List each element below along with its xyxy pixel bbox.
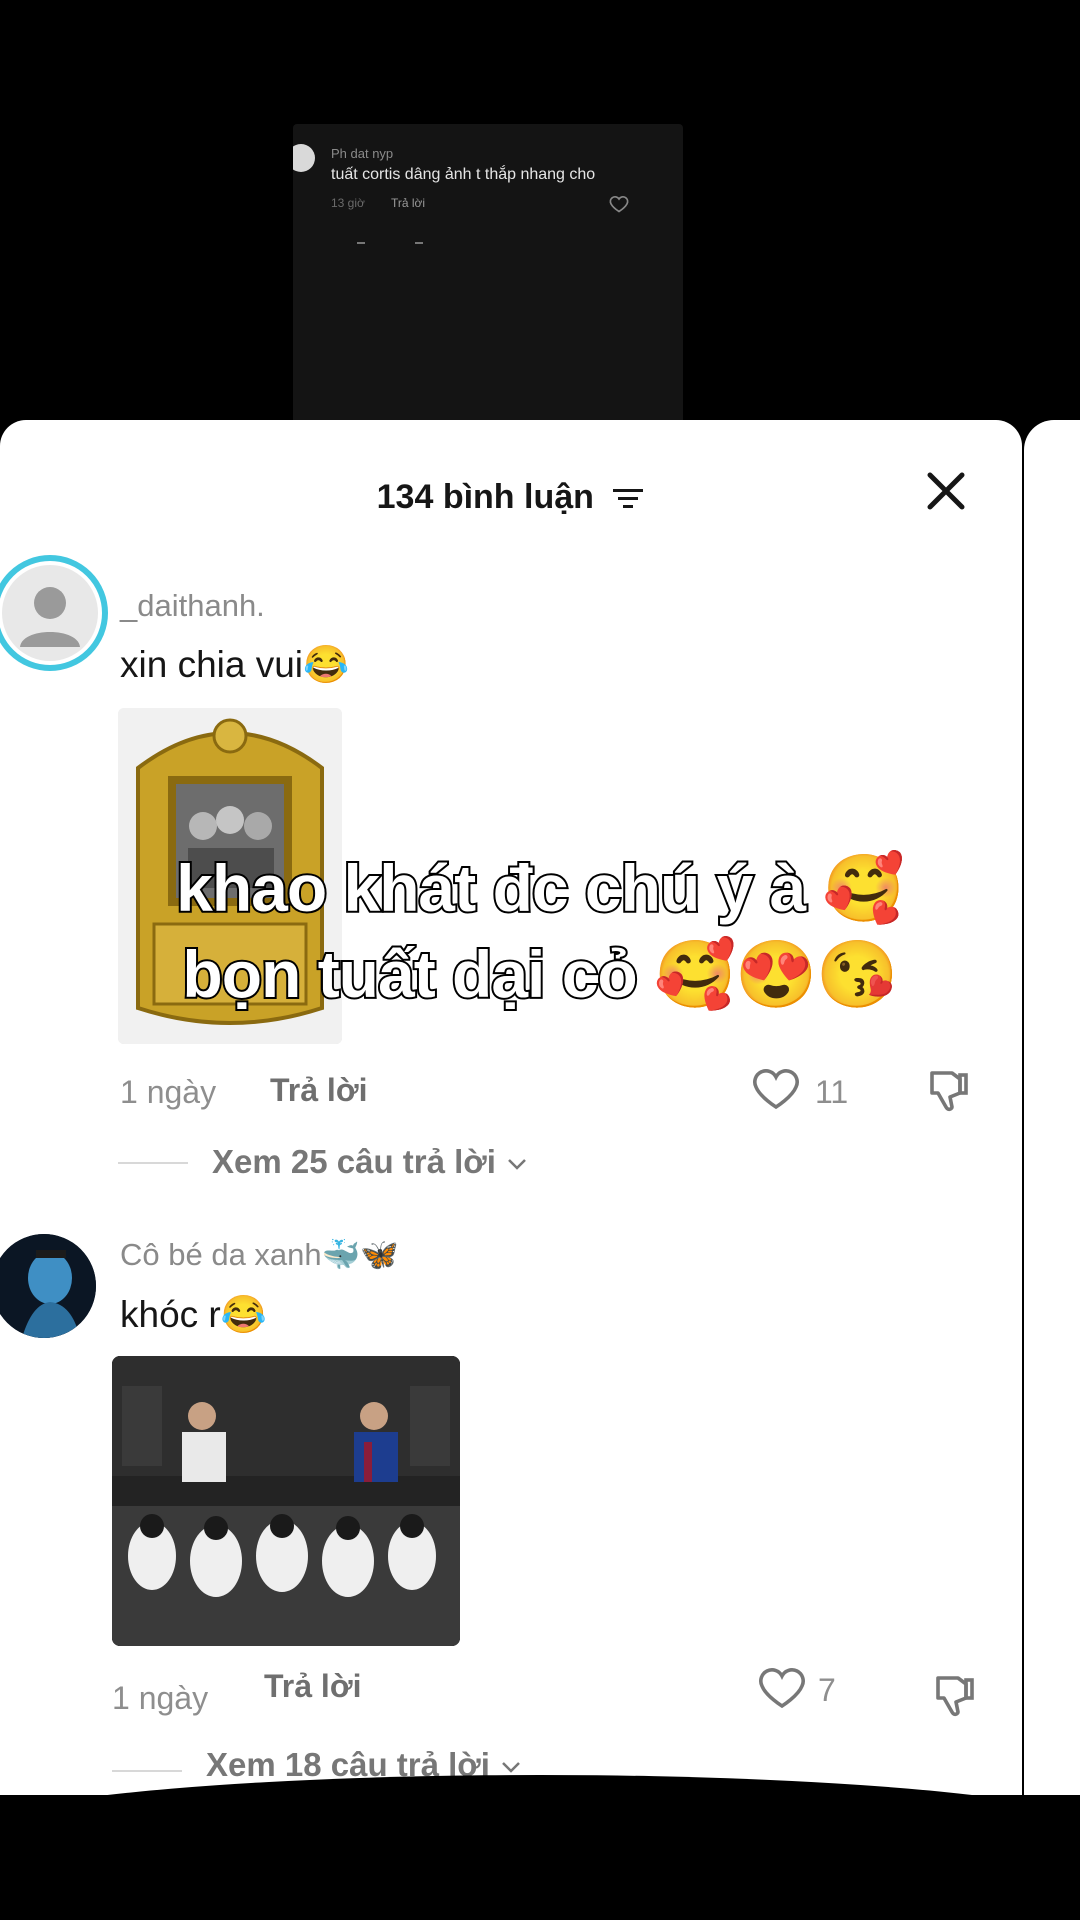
comment-username[interactable]: _daithanh. — [120, 588, 265, 624]
video-caption-line2: bọn tuất dại cỏ 🥰😍😘 — [180, 935, 900, 1013]
chevron-down-icon — [508, 1159, 526, 1170]
snippet-username: Ph dat nyp — [331, 146, 394, 161]
close-icon[interactable] — [920, 465, 972, 517]
view-replies-link[interactable]: Xem 25 câu trả lời — [212, 1143, 529, 1181]
thumbs-down-icon[interactable] — [930, 1672, 978, 1720]
comment-username[interactable]: Cô bé da xanh🐳🦋 — [120, 1236, 399, 1273]
comment-text: xin chia vui😂 — [120, 644, 350, 685]
snippet-heart-icon — [609, 195, 629, 213]
quoted-comment-snippet: Ph dat nyp tuất cortis dâng ảnh t thắp n… — [293, 124, 683, 440]
comment-image-locker-room[interactable] — [112, 1356, 460, 1646]
comment-time: 1 ngày — [120, 1074, 217, 1110]
snippet-reply: Trả lời — [391, 196, 426, 210]
thumbs-down-icon[interactable] — [924, 1067, 972, 1115]
bottom-black-curve — [0, 1775, 1080, 1895]
filter-icon[interactable] — [611, 486, 645, 512]
snippet-dash — [415, 242, 423, 244]
comment-time: 1 ngày — [112, 1680, 209, 1716]
divider-line — [112, 1770, 182, 1772]
video-caption-line1: khao khát đc chú ý à 🥰 — [174, 849, 907, 927]
snippet-time: 13 giờ — [331, 196, 365, 210]
reply-button[interactable]: Trả lời — [270, 1072, 367, 1109]
reply-button[interactable]: Trả lời — [264, 1668, 361, 1705]
like-count: 7 — [818, 1672, 836, 1708]
snippet-dash — [357, 242, 365, 244]
next-sheet-edge — [1024, 420, 1080, 1795]
heart-icon[interactable] — [752, 1067, 800, 1111]
like-count: 11 — [815, 1074, 849, 1110]
default-avatar-icon — [2, 565, 98, 661]
snippet-comment-text: tuất cortis dâng ảnh t thắp nhang cho — [331, 166, 596, 183]
snippet-avatar — [293, 144, 315, 172]
comments-count-title[interactable]: 134 bình luận — [0, 478, 1022, 517]
comment-text: khóc r😂 — [120, 1294, 267, 1335]
heart-icon[interactable] — [758, 1666, 806, 1710]
chevron-down-icon — [502, 1762, 520, 1773]
divider-line — [118, 1162, 188, 1164]
comments-count-label: 134 bình luận — [376, 478, 594, 516]
view-replies-label: Xem 25 câu trả lời — [212, 1143, 496, 1180]
